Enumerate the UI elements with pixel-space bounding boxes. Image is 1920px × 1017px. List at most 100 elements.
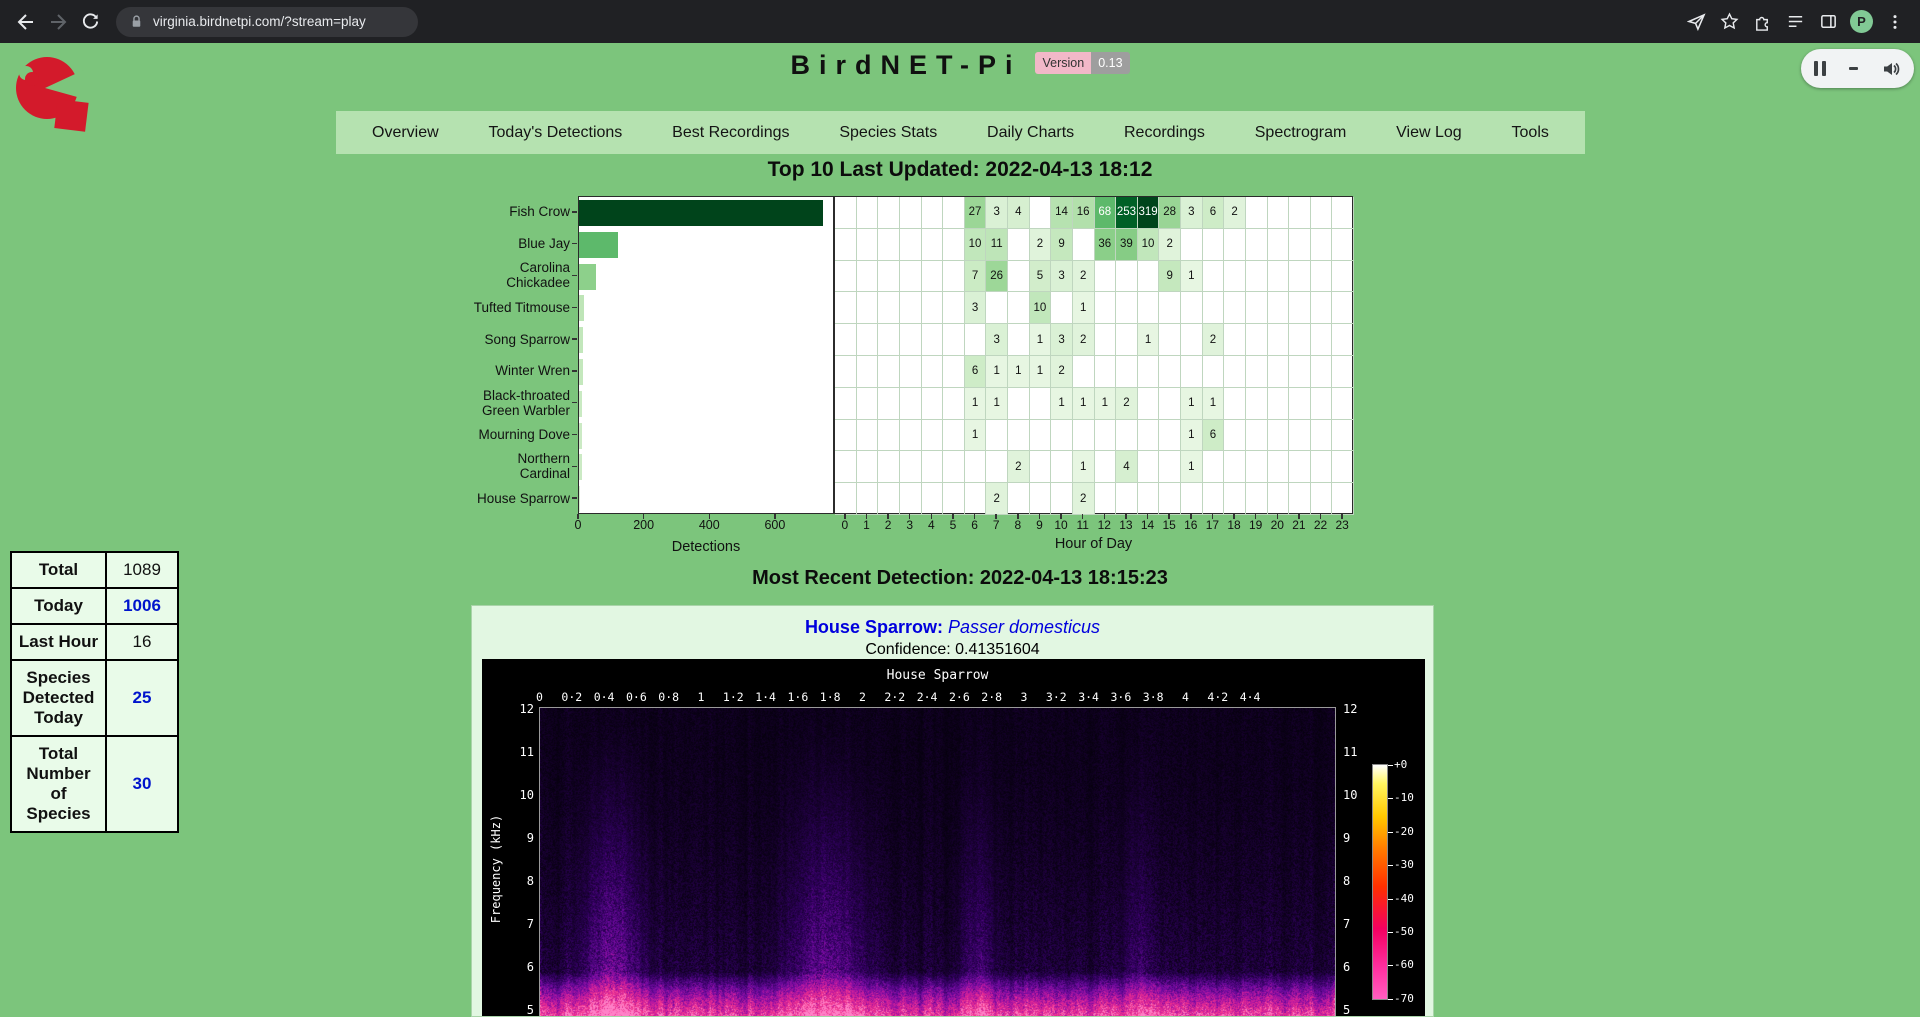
heatmap-cell (922, 483, 944, 515)
hour-axis-tickmark (1298, 514, 1300, 519)
heatmap-cell (1224, 451, 1246, 483)
hour-axis-tickmark (909, 514, 911, 519)
browser-menu-button[interactable] (1884, 11, 1906, 33)
detection-panel: House Sparrow: Passer domesticus Confide… (471, 605, 1434, 1017)
heatmap-cell (1138, 483, 1160, 515)
heatmap-cell (1246, 197, 1268, 229)
spectrogram-y-tick: 5 (1343, 1003, 1369, 1017)
hour-axis-tick: 7 (985, 518, 1007, 532)
heatmap-cell (943, 324, 965, 356)
heatmap-cell: 9 (1051, 229, 1073, 261)
heatmap-cell: 1 (1030, 356, 1052, 388)
hour-axis-tickmark (866, 514, 868, 519)
heatmap-cell (1095, 356, 1117, 388)
spectrogram-colorbar (1372, 764, 1388, 1000)
heatmap-cell (1181, 356, 1203, 388)
detection-scientific-name[interactable]: Passer domesticus (948, 617, 1100, 637)
heatmap-cell (1051, 420, 1073, 452)
hour-axis-tickmark (887, 514, 889, 519)
hour-axis-tick: 3 (899, 518, 921, 532)
heatmap-cell (1246, 483, 1268, 515)
send-icon (1687, 12, 1706, 31)
heatmap-cell: 26 (986, 261, 1008, 293)
heatmap-cell (1224, 292, 1246, 324)
y-tick (572, 402, 577, 404)
profile-avatar[interactable]: P (1850, 10, 1873, 33)
side-panel-button[interactable] (1817, 11, 1839, 33)
heatmap-cell (857, 324, 879, 356)
send-button[interactable] (1685, 11, 1707, 33)
hour-axis-tick: 10 (1050, 518, 1072, 532)
url-bar[interactable]: virginia.birdnetpi.com/?stream=play (116, 7, 418, 37)
extensions-button[interactable] (1751, 11, 1773, 33)
heatmap-cell (1138, 261, 1160, 293)
heatmap-cell (878, 324, 900, 356)
heatmap-cell: 1 (965, 388, 987, 420)
hour-axis-tick: 1 (855, 518, 877, 532)
heatmap-cell (965, 483, 987, 515)
heatmap-cell (1246, 388, 1268, 420)
heatmap-cell (1224, 261, 1246, 293)
back-button[interactable] (10, 6, 42, 38)
spectrogram-y-tick: 11 (1343, 745, 1369, 759)
heatmap-cell (1008, 261, 1030, 293)
heatmap-cell (1181, 229, 1203, 261)
heatmap-cell (1051, 483, 1073, 515)
hourly-heatmap: 2734141668253319283621011293639102726532… (834, 196, 1353, 514)
heatmap-cell: 1 (1073, 451, 1095, 483)
heatmap-cell (1289, 324, 1311, 356)
heatmap-cell (857, 197, 879, 229)
heatmap-cell: 1 (986, 356, 1008, 388)
hour-axis-tick: 23 (1331, 518, 1353, 532)
forward-button[interactable] (42, 6, 74, 38)
heatmap-cell (1311, 324, 1333, 356)
heatmap-cell (857, 451, 879, 483)
spectrogram-y-tick: 8 (1343, 874, 1369, 888)
detections-bar (579, 327, 583, 353)
hour-axis-tick: 18 (1223, 518, 1245, 532)
heatmap-cell (1224, 483, 1246, 515)
heatmap-cell (1030, 483, 1052, 515)
stats-value-link[interactable]: 30 (106, 736, 178, 832)
colorbar-tickmark (1388, 899, 1393, 900)
heatmap-cell: 1 (1073, 388, 1095, 420)
heatmap-cell: 3 (1051, 261, 1073, 293)
heatmap-cell (1332, 229, 1354, 261)
heatmap-cell (1246, 324, 1268, 356)
heatmap-cell (965, 324, 987, 356)
stats-value-link[interactable]: 1006 (106, 588, 178, 624)
reading-list-button[interactable] (1784, 11, 1806, 33)
heatmap-cell (1311, 451, 1333, 483)
heatmap-cell (1246, 292, 1268, 324)
heatmap-cell (1008, 292, 1030, 324)
hour-axis-tick: 14 (1137, 518, 1159, 532)
detections-bar (579, 423, 582, 449)
heatmap-cell (1030, 197, 1052, 229)
detection-title: House Sparrow: Passer domesticus (472, 617, 1433, 638)
heatmap-cell (922, 388, 944, 420)
spectrogram-plot-area (539, 707, 1336, 1017)
heatmap-cell (1289, 197, 1311, 229)
heatmap-cell (1073, 356, 1095, 388)
species-label: CarolinaChickadee (388, 260, 570, 292)
bar-axis-tick: 600 (758, 518, 792, 532)
hour-axis-tick: 8 (1007, 518, 1029, 532)
reload-button[interactable] (74, 6, 106, 38)
spectrogram-title: House Sparrow (539, 668, 1336, 683)
detections-bar (579, 295, 584, 321)
stats-row: Today1006 (11, 588, 178, 624)
heatmap-cell (1332, 197, 1354, 229)
hour-axis-tickmark (1341, 514, 1343, 519)
detection-species-link[interactable]: House Sparrow: (805, 617, 943, 637)
stats-value-link[interactable]: 25 (106, 660, 178, 736)
bookmark-button[interactable] (1718, 11, 1740, 33)
heatmap-cell: 2 (1203, 324, 1225, 356)
hour-axis-label: Hour of Day (834, 536, 1353, 552)
back-icon (16, 12, 36, 32)
heatmap-cell (922, 451, 944, 483)
browser-toolbar: virginia.birdnetpi.com/?stream=play P (0, 0, 1920, 43)
heatmap-cell (900, 197, 922, 229)
spectrogram-y-tick: 12 (508, 702, 534, 716)
heatmap-cell (1268, 324, 1290, 356)
heatmap-cell (1159, 483, 1181, 515)
